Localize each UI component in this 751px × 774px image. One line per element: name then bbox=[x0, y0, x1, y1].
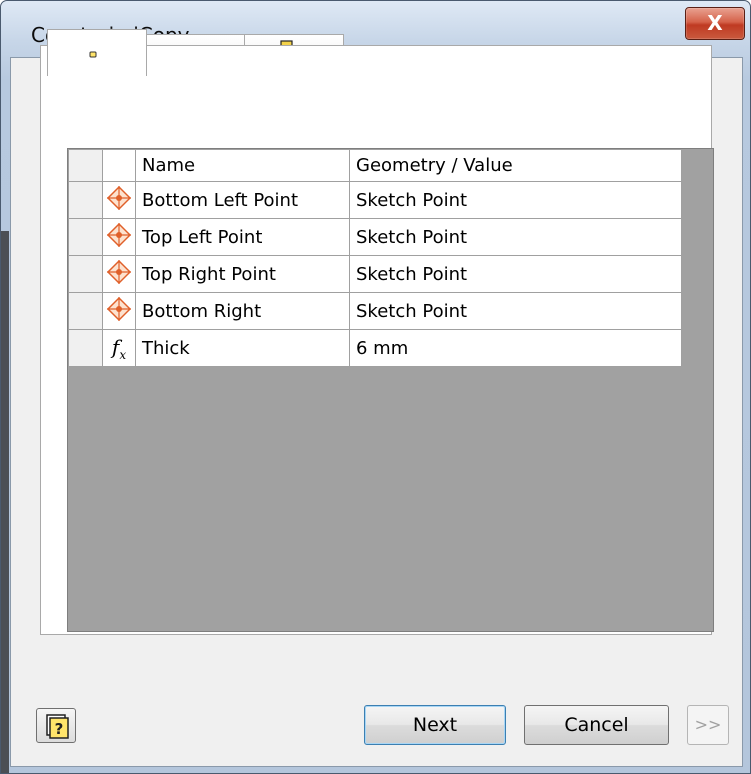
next-button[interactable]: Next bbox=[364, 705, 506, 745]
fx-parameter-icon: fx bbox=[111, 334, 127, 362]
cancel-button[interactable]: Cancel bbox=[524, 705, 669, 745]
sketch-point-icon bbox=[106, 296, 132, 321]
row-name[interactable]: Bottom Right bbox=[135, 292, 350, 330]
row-value[interactable]: 6 mm bbox=[349, 329, 682, 367]
row-selector[interactable] bbox=[68, 218, 103, 256]
help-icon: ? bbox=[46, 714, 69, 739]
tab-points[interactable] bbox=[47, 29, 147, 76]
sketch-point-icon bbox=[106, 185, 132, 210]
sketch-point-icon bbox=[106, 222, 132, 247]
row-value[interactable]: Sketch Point bbox=[349, 292, 682, 330]
table-row[interactable]: Bottom Right Sketch Point bbox=[68, 292, 682, 330]
row-value[interactable]: Sketch Point bbox=[349, 218, 682, 256]
row-name[interactable]: Thick bbox=[135, 329, 350, 367]
table-row[interactable]: Top Left Point Sketch Point bbox=[68, 218, 682, 256]
row-selector[interactable] bbox=[68, 181, 103, 219]
background-strip bbox=[1, 231, 9, 773]
svg-text:?: ? bbox=[55, 720, 64, 738]
row-selector[interactable] bbox=[68, 292, 103, 330]
row-value[interactable]: Sketch Point bbox=[349, 181, 682, 219]
expand-button[interactable]: >> bbox=[687, 705, 729, 745]
table-row[interactable]: Bottom Left Point Sketch Point bbox=[68, 181, 682, 219]
table-header: Name Geometry / Value bbox=[68, 149, 682, 182]
row-selector[interactable] bbox=[68, 329, 103, 367]
parameter-table: Name Geometry / Value Bottom Left Point … bbox=[68, 149, 682, 367]
icon-column-header bbox=[102, 149, 136, 182]
row-value[interactable]: Sketch Point bbox=[349, 255, 682, 293]
single-point-icon bbox=[89, 51, 97, 58]
help-button[interactable]: ? bbox=[36, 708, 76, 743]
column-header-value[interactable]: Geometry / Value bbox=[349, 149, 682, 182]
row-name[interactable]: Bottom Left Point bbox=[135, 181, 350, 219]
column-header-name[interactable]: Name bbox=[135, 149, 350, 182]
table-row[interactable]: fx Thick 6 mm bbox=[68, 329, 682, 367]
row-header-corner bbox=[68, 149, 103, 182]
row-name[interactable]: Top Left Point bbox=[135, 218, 350, 256]
close-button[interactable]: X bbox=[685, 7, 745, 40]
table-row[interactable]: Top Right Point Sketch Point bbox=[68, 255, 682, 293]
parameter-grid: Name Geometry / Value Bottom Left Point … bbox=[67, 148, 714, 632]
row-selector[interactable] bbox=[68, 255, 103, 293]
dialog-window: Constrain iCopy X bbox=[0, 0, 751, 774]
sketch-point-icon bbox=[106, 259, 132, 284]
row-name[interactable]: Top Right Point bbox=[135, 255, 350, 293]
